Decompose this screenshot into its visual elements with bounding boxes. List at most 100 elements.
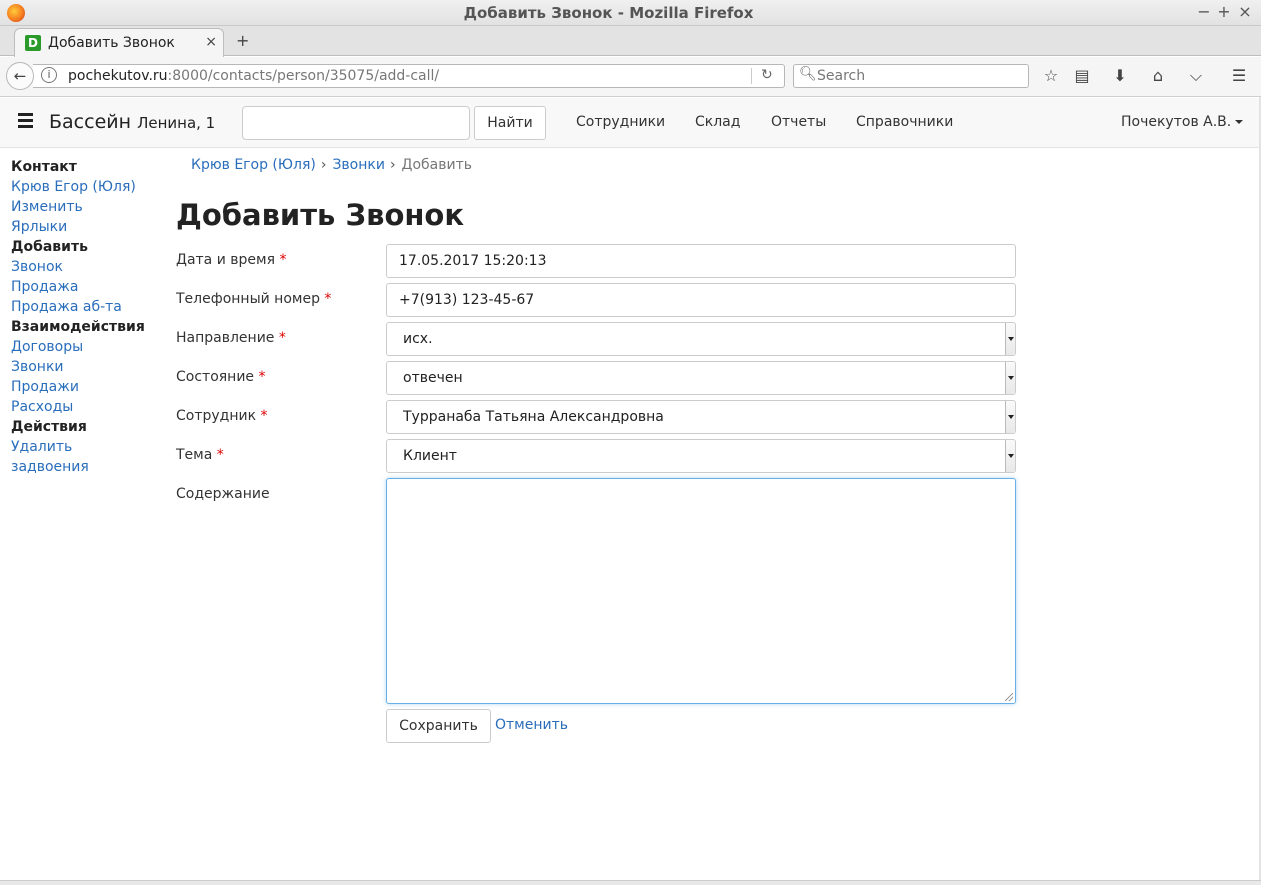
breadcrumb-contact[interactable]: Крюв Егор (Юля)	[191, 157, 316, 173]
site-info-icon[interactable]: i	[41, 67, 57, 83]
downloads-icon[interactable]: ⬇︎	[1110, 66, 1130, 86]
sidebar-heading-contact: Контакт	[11, 159, 77, 175]
url-path: :8000/contacts/person/35075/add-call/	[167, 68, 440, 84]
breadcrumb: Крюв Егор (Юля) › Звонки › Добавить	[191, 157, 472, 173]
url-bar[interactable]: i pochekutov.ru:8000/contacts/person/350…	[33, 64, 785, 88]
sidebar-item-tags[interactable]: Ярлыки	[11, 217, 171, 237]
status-select[interactable]: отвечен	[386, 361, 1016, 395]
search-placeholder: Search	[817, 68, 866, 84]
sidebar-item-contact-name[interactable]: Крюв Егор (Юля)	[11, 177, 171, 197]
navigation-toolbar: i pochekutov.ru:8000/contacts/person/350…	[0, 57, 1261, 97]
employee-value: Турранаба Татьяна Александровна	[403, 409, 664, 425]
window-title: Добавить Звонок - Mozilla Firefox	[463, 4, 754, 22]
required-mark: *	[216, 447, 224, 463]
page-title: Добавить Звонок	[176, 198, 465, 232]
required-mark: *	[260, 408, 268, 424]
topic-label: Тема *	[176, 447, 224, 463]
reading-list-icon[interactable]: ▤	[1072, 66, 1092, 86]
sidebar-item-edit[interactable]: Изменить	[11, 197, 171, 217]
user-menu[interactable]: Почекутов А.В.	[1121, 114, 1244, 130]
new-tab-button[interactable]: +	[236, 31, 249, 50]
required-mark: *	[279, 252, 287, 268]
dropdown-arrow-icon	[1005, 440, 1015, 472]
browser-search-input[interactable]: 🔍︎ Search	[793, 64, 1029, 88]
dropdown-arrow-icon	[1005, 323, 1015, 355]
bookmark-star-icon[interactable]: ☆	[1041, 66, 1061, 86]
status-value: отвечен	[403, 370, 463, 386]
sidebar-item-delete[interactable]: Удалить	[11, 437, 171, 457]
url-bar-separator	[751, 68, 752, 84]
dropdown-arrow-icon	[1005, 362, 1015, 394]
phone-label: Телефонный номер *	[176, 291, 332, 307]
direction-select[interactable]: исх.	[386, 322, 1016, 356]
sidebar-item-duplicates[interactable]: задвоения	[11, 457, 171, 477]
employee-label: Сотрудник *	[176, 408, 268, 424]
sidebar: Контакт Крюв Егор (Юля) Изменить Ярлыки …	[11, 157, 171, 477]
reload-icon[interactable]: ↻	[761, 67, 773, 83]
user-name: Почекутов А.В.	[1121, 114, 1232, 130]
required-mark: *	[278, 330, 286, 346]
sidebar-item-calls[interactable]: Звонки	[11, 357, 171, 377]
employee-select[interactable]: Турранаба Татьяна Александровна	[386, 400, 1016, 434]
nav-warehouse[interactable]: Склад	[695, 114, 740, 130]
topic-select[interactable]: Клиент	[386, 439, 1016, 473]
back-button[interactable]: ←	[6, 62, 34, 90]
dropdown-arrow-icon	[1005, 401, 1015, 433]
required-mark: *	[324, 291, 332, 307]
sidebar-item-sale[interactable]: Продажа	[11, 277, 171, 297]
resize-grip-icon[interactable]	[1005, 693, 1013, 701]
direction-value: исх.	[403, 331, 433, 347]
cancel-link[interactable]: Отменить	[495, 717, 568, 733]
maximize-button[interactable]: +	[1214, 2, 1234, 22]
sidebar-heading-interactions: Взаимодействия	[11, 319, 145, 335]
tab-strip: D Добавить Звонок × +	[0, 26, 1261, 57]
search-icon: 🔍︎	[799, 66, 817, 82]
save-button[interactable]: Сохранить	[386, 709, 491, 743]
brand-name: Бассейн	[49, 111, 132, 133]
site-brand[interactable]: Бассейн Ленина, 1	[49, 111, 215, 133]
datetime-input[interactable]: 17.05.2017 15:20:13	[386, 244, 1016, 278]
hamburger-menu-icon[interactable]	[18, 113, 33, 131]
sidebar-item-contracts[interactable]: Договоры	[11, 337, 171, 357]
sidebar-heading-add: Добавить	[11, 239, 88, 255]
url-host: pochekutov.ru	[68, 68, 168, 84]
sidebar-item-expenses[interactable]: Расходы	[11, 397, 171, 417]
site-header: Бассейн Ленина, 1 Найти Сотрудники Склад…	[0, 98, 1261, 148]
chevron-down-icon	[1235, 120, 1244, 124]
close-window-button[interactable]: ×	[1235, 2, 1255, 22]
topic-value: Клиент	[403, 448, 457, 464]
breadcrumb-current: Добавить	[401, 157, 473, 173]
nav-employees[interactable]: Сотрудники	[576, 114, 665, 130]
breadcrumb-calls[interactable]: Звонки	[332, 157, 385, 173]
back-arrow-icon: ←	[13, 67, 27, 85]
menu-icon[interactable]: ☰	[1229, 66, 1249, 86]
tab-label: Добавить Звонок	[48, 35, 175, 51]
content-label: Содержание	[176, 486, 270, 502]
window-bottom-edge	[0, 880, 1261, 885]
tab-close-icon[interactable]: ×	[205, 34, 217, 50]
pocket-icon[interactable]: ⌵	[1186, 66, 1206, 86]
home-icon[interactable]: ⌂	[1148, 66, 1168, 86]
sidebar-heading-actions: Действия	[11, 419, 87, 435]
content-textarea[interactable]	[386, 478, 1016, 704]
breadcrumb-separator: ›	[389, 157, 396, 173]
nav-directories[interactable]: Справочники	[856, 114, 953, 130]
sidebar-item-sales[interactable]: Продажи	[11, 377, 171, 397]
minimize-button[interactable]: −	[1194, 2, 1214, 22]
url-text[interactable]: pochekutov.ru:8000/contacts/person/35075…	[68, 68, 439, 84]
status-label: Состояние *	[176, 369, 266, 385]
browser-tab[interactable]: D Добавить Звонок ×	[14, 28, 224, 57]
datetime-label: Дата и время *	[176, 252, 287, 268]
nav-reports[interactable]: Отчеты	[771, 114, 826, 130]
required-mark: *	[258, 369, 266, 385]
find-button[interactable]: Найти	[474, 106, 546, 140]
phone-input[interactable]: +7(913) 123-45-67	[386, 283, 1016, 317]
header-search-input[interactable]	[242, 106, 470, 140]
direction-label: Направление *	[176, 330, 286, 346]
brand-address: Ленина, 1	[137, 114, 216, 132]
sidebar-item-subscription-sale[interactable]: Продажа аб-та	[11, 297, 171, 317]
site-favicon-icon: D	[25, 35, 41, 51]
breadcrumb-separator: ›	[320, 157, 327, 173]
sidebar-item-call[interactable]: Звонок	[11, 257, 171, 277]
window-titlebar: Добавить Звонок - Mozilla Firefox − + ×	[0, 0, 1261, 26]
